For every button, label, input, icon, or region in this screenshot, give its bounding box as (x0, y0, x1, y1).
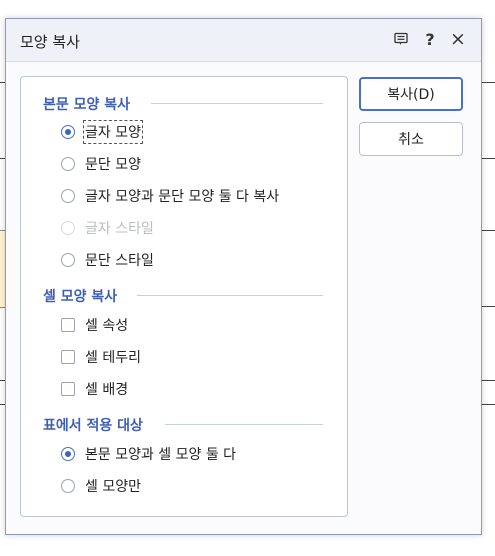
section-title-body: 본문 모양 복사 (43, 97, 131, 113)
radio-button[interactable] (61, 189, 75, 203)
radio-para-style[interactable]: 문단 스타일 (61, 249, 154, 271)
doc-line (481, 230, 495, 231)
memo-icon[interactable] (391, 29, 411, 49)
checkbox-cell-background[interactable]: 셀 배경 (61, 378, 128, 400)
radio-button[interactable] (61, 479, 75, 493)
option-label: 문단 스타일 (85, 253, 154, 269)
checkbox-cell-border[interactable]: 셀 테두리 (61, 346, 141, 368)
radio-char-shape[interactable]: 글자 모양 (61, 120, 143, 144)
options-group: 본문 모양 복사 글자 모양 문단 모양 글자 모양과 문단 모양 둘 다 복사… (20, 76, 348, 517)
radio-button[interactable] (61, 447, 75, 461)
option-label: 글자 모양과 문단 모양 둘 다 복사 (85, 189, 280, 205)
option-label: 글자 스타일 (85, 221, 154, 237)
checkbox[interactable] (61, 318, 75, 332)
option-label: 셀 모양만 (85, 479, 141, 495)
radio-both-shapes[interactable]: 글자 모양과 문단 모양 둘 다 복사 (61, 185, 279, 207)
doc-line (481, 380, 495, 381)
option-label: 본문 모양과 셀 모양 둘 다 (85, 447, 237, 463)
radio-para-shape[interactable]: 문단 모양 (61, 153, 141, 175)
option-label: 셀 속성 (85, 318, 129, 334)
option-label: 셀 배경 (85, 382, 129, 398)
radio-button[interactable] (61, 125, 75, 139)
help-icon[interactable]: ? (420, 29, 440, 49)
dialog-title: 모양 복사 (20, 33, 80, 51)
radio-button[interactable] (61, 157, 75, 171)
section-divider (137, 295, 323, 296)
checkbox[interactable] (61, 382, 75, 396)
doc-line (481, 404, 495, 405)
checkbox[interactable] (61, 350, 75, 364)
doc-line (481, 82, 495, 83)
doc-line (481, 158, 495, 159)
section-title-cell: 셀 모양 복사 (43, 289, 118, 305)
section-title-table-target: 표에서 적용 대상 (43, 418, 143, 434)
radio-char-style: 글자 스타일 (61, 217, 154, 239)
option-label: 문단 모양 (85, 157, 141, 173)
section-divider (151, 103, 323, 104)
radio-button[interactable] (61, 253, 75, 267)
dialog-titlebar[interactable]: 모양 복사 ? × (6, 19, 481, 62)
checkbox-cell-property[interactable]: 셀 속성 (61, 314, 128, 336)
copy-format-dialog: 모양 복사 ? × 본문 모양 복사 글자 모양 문단 모양 글자 모양과 문단… (5, 18, 482, 535)
doc-line (481, 306, 495, 307)
close-icon[interactable]: × (448, 28, 468, 50)
section-divider (165, 424, 323, 425)
radio-button (61, 221, 75, 235)
option-label: 셀 테두리 (85, 350, 141, 366)
option-label: 글자 모양 (83, 120, 143, 144)
radio-cell-only[interactable]: 셀 모양만 (61, 475, 141, 497)
cancel-button[interactable]: 취소 (359, 122, 463, 156)
radio-body-and-cell[interactable]: 본문 모양과 셀 모양 둘 다 (61, 443, 236, 465)
copy-button[interactable]: 복사(D) (359, 77, 463, 111)
